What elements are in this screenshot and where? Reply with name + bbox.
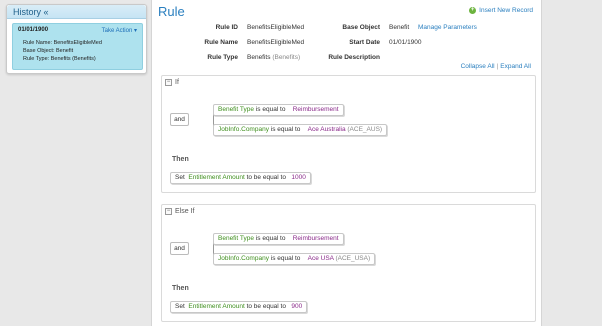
if-label: If: [175, 79, 179, 86]
link-separator: |: [496, 63, 499, 70]
condition-operator: is equal to: [255, 106, 286, 113]
condition-row[interactable]: Benefit Type is equal to Reimbursement: [213, 233, 344, 245]
rule-description-label: Rule Description: [328, 54, 380, 61]
then-label: Then: [172, 156, 189, 163]
rule-name-value: BenefitsEligibleMed: [247, 39, 305, 46]
action-row[interactable]: Set Entitlement Amount to be equal to 10…: [170, 172, 311, 184]
then-label: Then: [172, 285, 189, 292]
else-if-label: Else If: [175, 208, 195, 215]
manage-parameters-link[interactable]: Manage Parameters: [418, 24, 477, 31]
page-background-right: [543, 0, 602, 326]
condition-value: Reimbursement: [292, 106, 339, 113]
start-date-label: Start Date: [349, 39, 380, 46]
collapse-toggle-icon[interactable]: −: [165, 208, 172, 215]
insert-new-record-link[interactable]: + Insert New Record: [469, 7, 533, 14]
condition-value: Reimbursement: [292, 235, 339, 242]
else-if-section: − Else If and Benefit Type is equal to R…: [161, 204, 536, 322]
condition-operator: is equal to: [255, 235, 286, 242]
history-item[interactable]: 01/01/1900 Take Action ▾ Rule Name: Bene…: [12, 23, 143, 70]
rule-panel: Rule + Insert New Record Rule ID Benefit…: [151, 0, 542, 326]
action-field: Entitlement Amount: [188, 303, 245, 310]
collapse-expand-links: Collapse All | Expand All: [461, 63, 531, 70]
action-row[interactable]: Set Entitlement Amount to be equal to 90…: [170, 301, 308, 313]
condition-row[interactable]: JobInfo.Company is equal to Ace USA (ACE…: [213, 253, 376, 265]
insert-new-record-label: Insert New Record: [479, 7, 533, 14]
condition-value: Ace USA: [307, 255, 334, 262]
rule-type-value: Benefits: [247, 54, 271, 61]
and-operator[interactable]: and: [170, 113, 189, 126]
and-operator[interactable]: and: [170, 242, 189, 255]
condition-value: Ace Australia: [307, 126, 346, 133]
condition-operator: is equal to: [270, 126, 301, 133]
condition-field: Benefit Type: [218, 235, 255, 242]
rule-id-value: BenefitsEligibleMed: [247, 24, 305, 31]
condition-field: JobInfo.Company: [218, 126, 269, 133]
take-action-menu[interactable]: Take Action ▾: [102, 27, 137, 34]
action-verb: Set: [175, 303, 185, 310]
else-if-section-header[interactable]: − Else If: [162, 205, 535, 218]
base-object-value: Benefit: [389, 24, 410, 31]
rule-type-value-wrap: Benefits (Benefits): [247, 54, 300, 61]
collapse-toggle-icon[interactable]: −: [165, 79, 172, 86]
condition-field: JobInfo.Company: [218, 255, 269, 262]
action-operator: to be equal to: [246, 174, 286, 181]
history-panel: History « 01/01/1900 Take Action ▾ Rule …: [6, 4, 147, 74]
start-date-value: 01/01/1900: [389, 39, 422, 46]
page-title: Rule: [158, 4, 185, 19]
action-value: 900: [291, 303, 303, 310]
collapse-all-link[interactable]: Collapse All: [461, 63, 495, 70]
action-value: 1000: [291, 174, 306, 181]
condition-row[interactable]: JobInfo.Company is equal to Ace Australi…: [213, 124, 388, 136]
rule-name-label: Rule Name: [204, 39, 238, 46]
action-operator: to be equal to: [246, 303, 286, 310]
history-detail-rule-type: Rule Type: Benefits (Benefits): [23, 56, 96, 62]
rule-type-label: Rule Type: [207, 54, 238, 61]
action-verb: Set: [175, 174, 185, 181]
history-detail-base-object: Base Object: Benefit: [23, 48, 74, 54]
if-section-header[interactable]: − If: [162, 76, 535, 89]
base-object-label: Base Object: [342, 24, 380, 31]
expand-all-link[interactable]: Expand All: [500, 63, 531, 70]
rule-id-label: Rule ID: [215, 24, 238, 31]
plus-icon: +: [469, 7, 477, 14]
condition-operator: is equal to: [270, 255, 301, 262]
action-field: Entitlement Amount: [188, 174, 245, 181]
history-header[interactable]: History «: [7, 5, 146, 19]
rule-type-paren: (Benefits): [272, 54, 301, 61]
condition-value-code: (ACE_AUS): [347, 126, 383, 133]
history-detail-rule-name: Rule Name: BenefitsEligibleMed: [23, 40, 102, 46]
history-item-details: Rule Name: BenefitsEligibleMed Base Obje…: [18, 39, 137, 63]
condition-field: Benefit Type: [218, 106, 255, 113]
condition-value-code: (ACE_USA): [335, 255, 371, 262]
condition-row[interactable]: Benefit Type is equal to Reimbursement: [213, 104, 344, 116]
if-section: − If and Benefit Type is equal to Reimbu…: [161, 75, 536, 193]
